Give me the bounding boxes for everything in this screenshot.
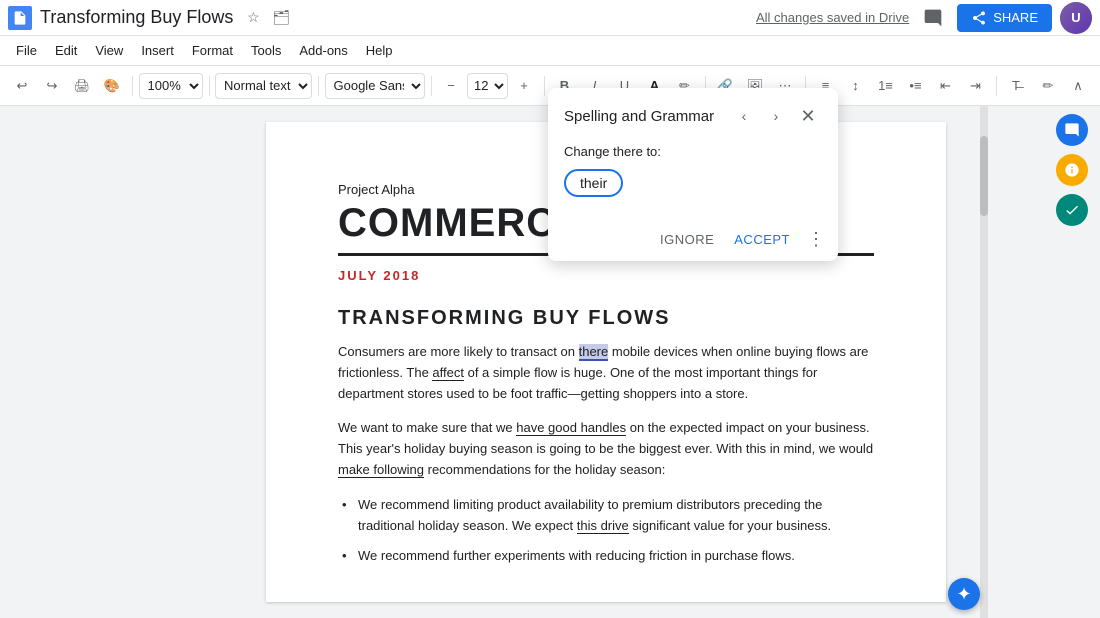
section-title: TRANSFORMING BUY FLOWS [338,307,874,330]
bullet-list-button[interactable]: •≡ [902,72,930,100]
menu-view[interactable]: View [87,39,131,62]
collapse-toolbar-button[interactable]: ∧ [1064,72,1092,100]
share-button[interactable]: SHARE [957,4,1052,32]
clear-format-button[interactable]: T̶ [1002,72,1030,100]
spell-change-suffix: to: [646,144,660,159]
undo-button[interactable]: ↩ [8,72,36,100]
spell-prev-button[interactable]: ‹ [730,102,758,130]
left-panel [0,106,168,618]
scrollbar-thumb[interactable] [980,136,988,216]
paint-format-button[interactable]: 🎨 [98,72,126,100]
font-size-decrease-button[interactable]: − [437,72,465,100]
spell-change-prefix: Change [564,144,610,159]
spell-close-button[interactable]: ✕ [794,102,822,130]
indent-increase-button[interactable]: ⇥ [962,72,990,100]
toolbar-divider-4 [431,76,432,96]
spell-popup-header: Spelling and Grammar ‹ › ✕ [548,88,838,140]
menu-file[interactable]: File [8,39,45,62]
bullet-item-2: We recommend further experiments with re… [338,546,874,567]
toolbar-divider-3 [318,76,319,96]
following-link: make following [338,462,424,478]
spell-change-label: Change there to: [564,144,822,159]
right-panel-icon-1[interactable] [1056,114,1088,146]
font-select[interactable]: Google Sans [325,73,425,99]
menu-bar: File Edit View Insert Format Tools Add-o… [0,36,1100,66]
user-avatar[interactable]: U [1060,2,1092,34]
spell-popup-body: Change there to: their [548,140,838,217]
style-select[interactable]: Normal text [215,73,312,99]
indent-decrease-button[interactable]: ⇤ [932,72,960,100]
right-panel-icon-3[interactable] [1056,194,1088,226]
menu-insert[interactable]: Insert [133,39,182,62]
menu-help[interactable]: Help [358,39,401,62]
scrollbar[interactable] [980,106,988,618]
spell-change-word: there [613,144,643,159]
paragraph-1: Consumers are more likely to transact on… [338,342,874,404]
spell-suggestion-their[interactable]: their [564,169,623,197]
spell-next-button[interactable]: › [762,102,790,130]
paragraph-2: We want to make sure that we have good h… [338,418,874,480]
spell-popup-title: Spelling and Grammar [564,108,714,125]
menu-addons[interactable]: Add-ons [291,39,355,62]
menu-edit[interactable]: Edit [47,39,85,62]
print-button[interactable]: 🖨 [68,72,96,100]
spell-ignore-button[interactable]: IGNORE [652,226,722,253]
line-spacing-button[interactable]: ↕ [842,72,870,100]
right-panel-icon-2[interactable] [1056,154,1088,186]
spell-accept-button[interactable]: ACCEPT [726,226,798,253]
right-panel [1044,106,1100,618]
document-title: Transforming Buy Flows [40,7,233,28]
highlighted-word: there [579,344,609,361]
toolbar-divider-1 [132,76,133,96]
folder-icon[interactable]: 🗂 [269,6,293,30]
star-icon[interactable]: ☆ [241,6,265,30]
toolbar-divider-5 [544,76,545,96]
handles-link: have good handles [516,420,626,436]
pencil-mode-button[interactable]: ✏ [1034,72,1062,100]
spell-nav: ‹ › ✕ [730,102,822,130]
menu-format[interactable]: Format [184,39,241,62]
comment-button[interactable] [917,2,949,34]
share-label: SHARE [993,10,1038,25]
affect-link: affect [432,365,464,381]
font-size-increase-button[interactable]: + [510,72,538,100]
font-size-select[interactable]: 12 [467,73,508,99]
saved-status: All changes saved in Drive [756,10,909,25]
this-drive-link: this drive [577,518,629,534]
toolbar-divider-2 [209,76,210,96]
redo-button[interactable]: ↪ [38,72,66,100]
menu-tools[interactable]: Tools [243,39,289,62]
bullet-item-1: We recommend limiting product availabili… [338,495,874,537]
google-docs-icon [8,6,32,30]
title-bar: Transforming Buy Flows ☆ 🗂 All changes s… [0,0,1100,36]
spell-popup-footer: IGNORE ACCEPT ⋮ [548,217,838,261]
corner-explore-button[interactable]: ✦ [948,578,980,610]
spell-suggestion-text: their [580,175,607,191]
document-date: JULY 2018 [338,268,874,283]
title-actions: ☆ 🗂 [241,6,293,30]
header-right: SHARE U [917,2,1092,34]
numbered-list-button[interactable]: 1≡ [872,72,900,100]
spell-grammar-popup: Spelling and Grammar ‹ › ✕ Change there … [548,88,838,261]
spell-more-button[interactable]: ⋮ [802,225,830,253]
toolbar-divider-8 [996,76,997,96]
zoom-select[interactable]: 100% [139,73,203,99]
